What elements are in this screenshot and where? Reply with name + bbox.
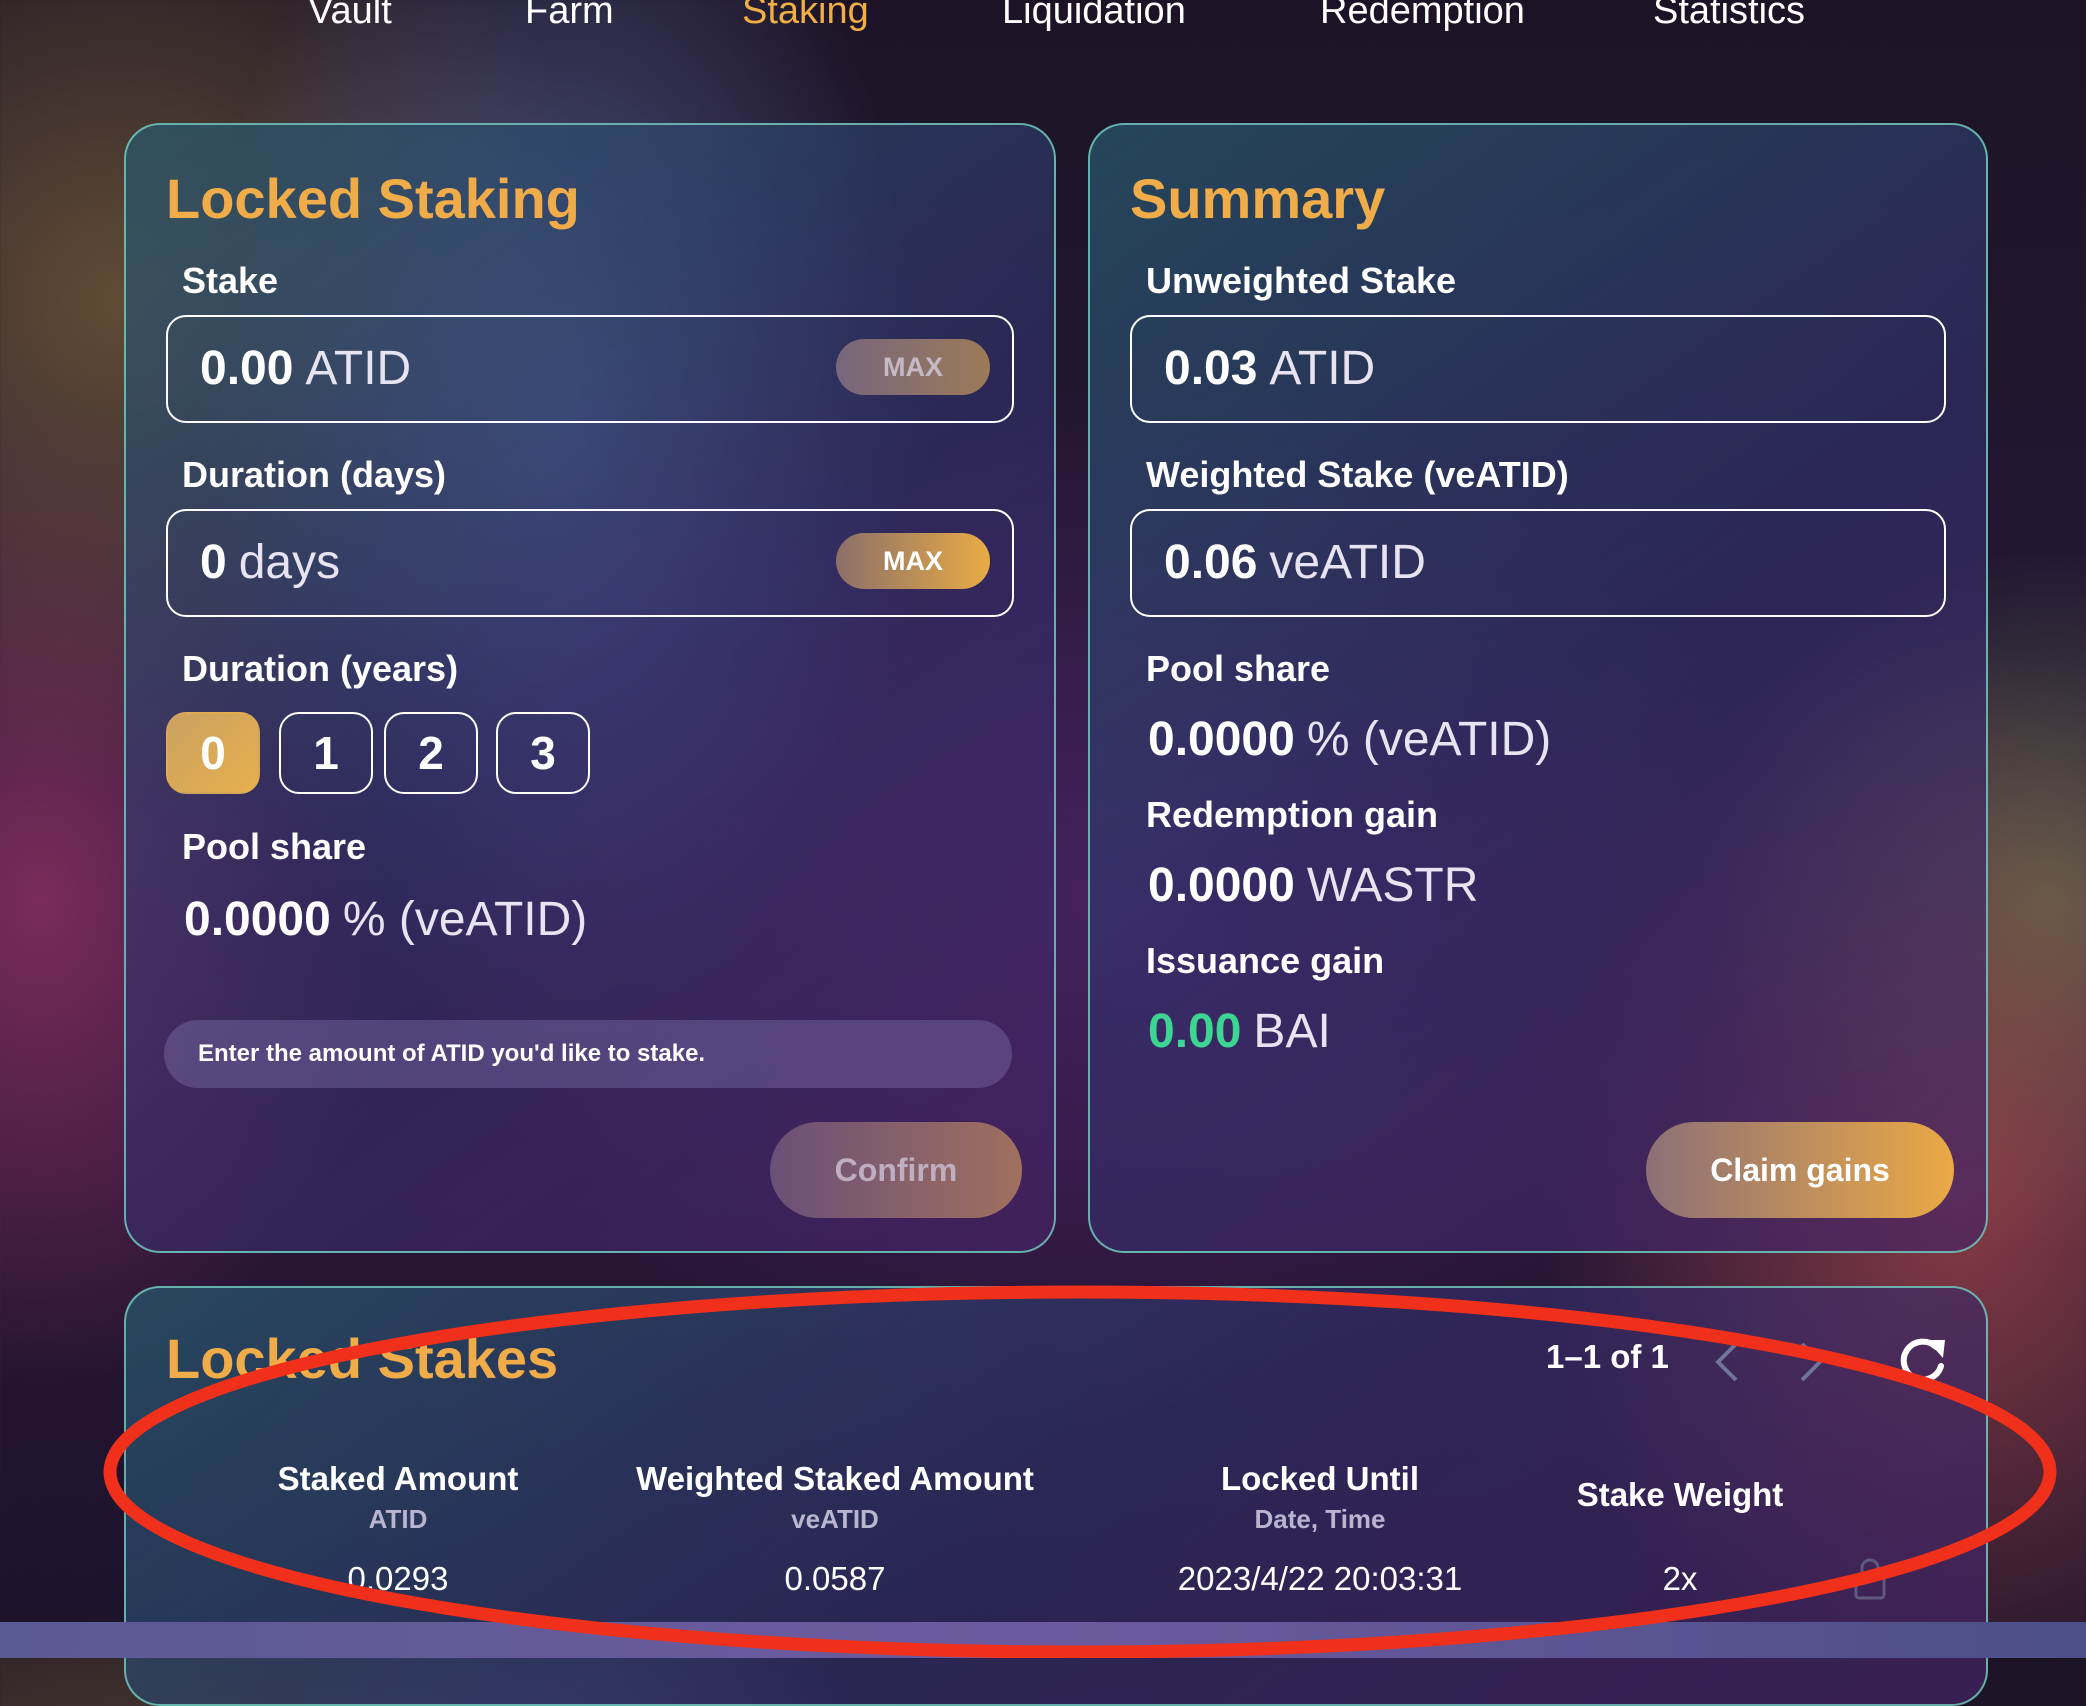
col-weighted-staked-amount: Weighted Staked Amount veATID	[636, 1460, 1034, 1534]
summary-pool-share-label: Pool share	[1146, 648, 1331, 689]
weighted-stake-unit: veATID	[1269, 536, 1426, 589]
unweighted-stake-display: 0.03 ATID	[1130, 315, 1946, 423]
pool-share-stat: 0.0000% (veATID)	[184, 892, 587, 947]
cell-stake-weight: 2x	[1662, 1560, 1698, 1597]
nav-liquidation[interactable]: Liquidation	[1002, 0, 1186, 33]
duration-max-button[interactable]: MAX	[836, 533, 990, 589]
pool-share-value: 0.0000	[184, 893, 331, 946]
confirm-button[interactable]: Confirm	[770, 1122, 1022, 1218]
pool-share-unit: % (veATID)	[342, 893, 588, 946]
issuance-gain-value: 0.00	[1148, 1005, 1242, 1058]
stake-hint: Enter the amount of ATID you'd like to s…	[164, 1020, 1012, 1088]
redemption-gain-value: 0.0000	[1148, 859, 1295, 912]
top-nav: Vault Farm Staking Liquidation Redemptio…	[0, 0, 2086, 60]
stake-unit: ATID	[305, 342, 412, 395]
pool-share-label: Pool share	[182, 826, 367, 867]
issuance-gain-stat: 0.00 BAI	[1148, 1004, 1331, 1059]
summary-title: Summary	[1130, 167, 1386, 230]
issuance-gain-label: Issuance gain	[1146, 940, 1385, 981]
weighted-stake-value: 0.06	[1164, 536, 1258, 589]
nav-farm[interactable]: Farm	[525, 0, 614, 33]
summary-pool-share-unit: % (veATID)	[1306, 713, 1552, 766]
nav-redemption[interactable]: Redemption	[1320, 0, 1525, 33]
stake-input[interactable]: 0.00 ATID MAX	[166, 315, 1014, 423]
cell-staked-amount: 0.0293	[347, 1560, 449, 1597]
weighted-stake-label: Weighted Stake (veATID)	[1146, 454, 1569, 495]
nav-staking[interactable]: Staking	[742, 0, 869, 33]
locked-stakes-title: Locked Stakes	[166, 1327, 559, 1390]
claim-gains-button[interactable]: Claim gains	[1646, 1122, 1954, 1218]
duration-days-unit: days	[238, 536, 341, 589]
cell-weighted-staked-amount: 0.0587	[784, 1560, 886, 1597]
stake-value: 0.00	[200, 342, 294, 395]
year-option-0[interactable]: 0	[166, 712, 260, 794]
pagination-label: 1–1 of 1	[1546, 1338, 1669, 1375]
locked-staking-title: Locked Staking	[166, 167, 580, 230]
refresh-icon[interactable]	[1896, 1334, 1950, 1388]
duration-days-input[interactable]: 0 days MAX	[166, 509, 1014, 617]
unweighted-stake-unit: ATID	[1269, 342, 1376, 395]
year-option-3[interactable]: 3	[496, 712, 590, 794]
duration-years-label: Duration (years)	[182, 648, 459, 689]
col-stake-weight: Stake Weight	[1576, 1476, 1784, 1513]
col-staked-amount: Staked Amount ATID	[277, 1460, 519, 1534]
summary-pool-share-value: 0.0000	[1148, 713, 1295, 766]
unlock-icon[interactable]	[1850, 1556, 1890, 1600]
summary-pool-share-stat: 0.0000% (veATID)	[1148, 712, 1551, 767]
stake-label: Stake	[182, 260, 279, 301]
bottom-bar	[0, 1622, 2086, 1658]
duration-days-label: Duration (days)	[182, 454, 447, 495]
nav-statistics[interactable]: Statistics	[1653, 0, 1805, 33]
year-option-1[interactable]: 1	[279, 712, 373, 794]
redemption-gain-unit: WASTR	[1306, 859, 1479, 912]
redemption-gain-label: Redemption gain	[1146, 794, 1439, 835]
cell-locked-until: 2023/4/22 20:03:31	[1177, 1560, 1463, 1597]
duration-days-value: 0	[200, 536, 227, 589]
stake-max-button[interactable]: MAX	[836, 339, 990, 395]
chevron-left-icon[interactable]	[1712, 1340, 1742, 1384]
nav-vault[interactable]: Vault	[308, 0, 392, 33]
redemption-gain-stat: 0.0000 WASTR	[1148, 858, 1478, 913]
issuance-gain-unit: BAI	[1253, 1005, 1331, 1058]
unweighted-stake-value: 0.03	[1164, 342, 1258, 395]
weighted-stake-display: 0.06 veATID	[1130, 509, 1946, 617]
unweighted-stake-label: Unweighted Stake	[1146, 260, 1457, 301]
year-option-2[interactable]: 2	[384, 712, 478, 794]
col-locked-until: Locked Until Date, Time	[1220, 1460, 1420, 1534]
chevron-right-icon[interactable]	[1796, 1340, 1826, 1384]
